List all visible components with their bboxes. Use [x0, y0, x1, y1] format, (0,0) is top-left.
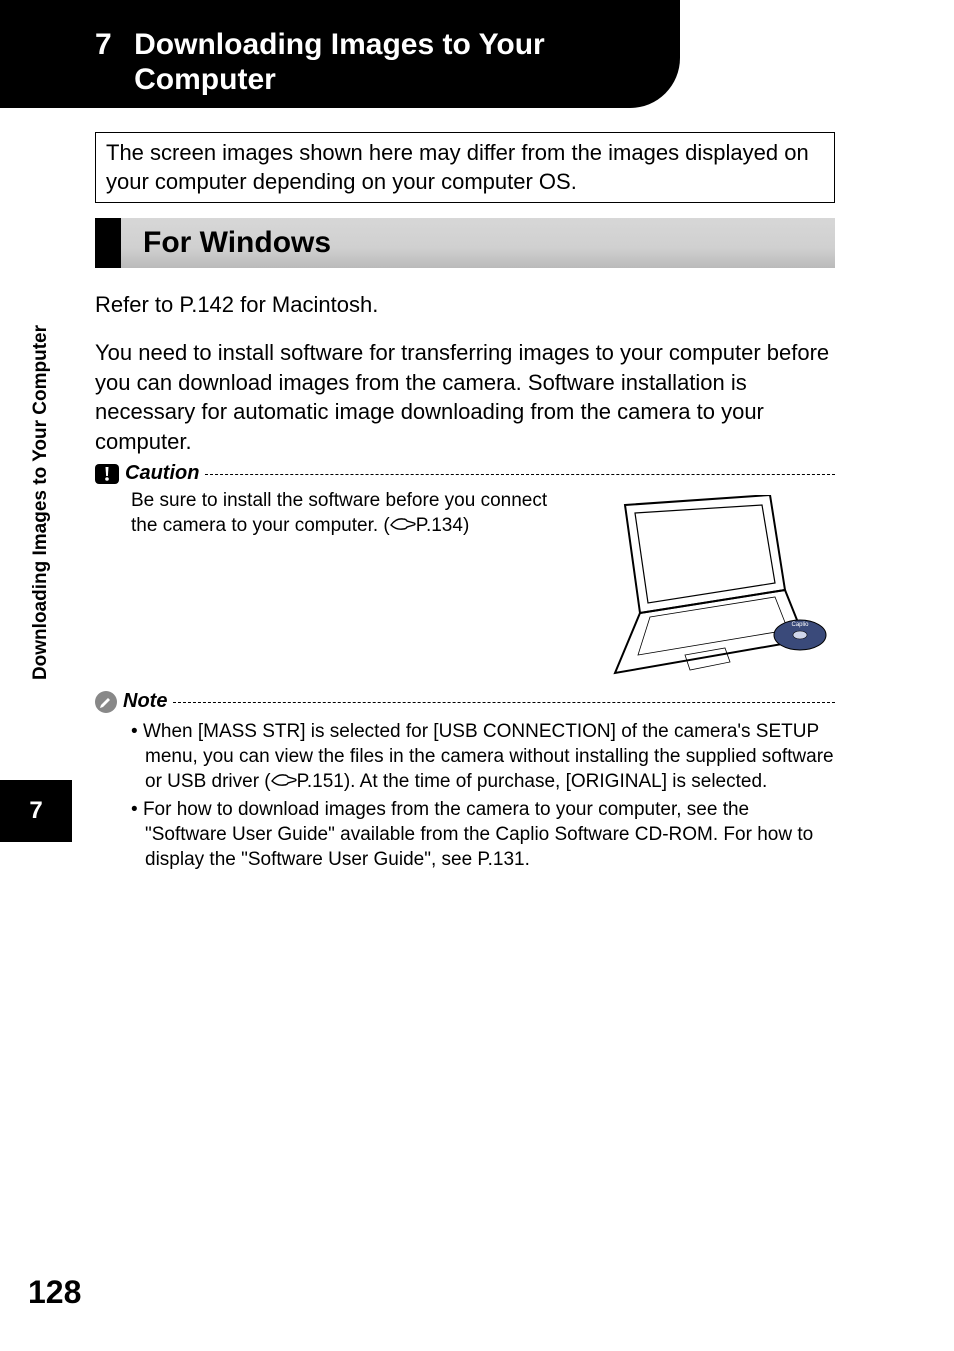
note-item-ref: P.151). At the time of purchase, [ORIGIN…: [297, 771, 768, 792]
note-label: Note: [123, 690, 167, 713]
caution-label: Caution: [125, 462, 199, 485]
hand-reference-icon: [271, 773, 297, 789]
note-list: When [MASS STR] is selected for [USB CON…: [131, 719, 835, 872]
svg-text:Caplio: Caplio: [791, 622, 809, 628]
caution-text: Be sure to install the software before y…: [131, 490, 547, 536]
caution-body: Be sure to install the software before y…: [131, 489, 551, 538]
side-tab-number: 7: [0, 780, 72, 842]
exclamation-icon: [95, 464, 119, 484]
page-number: 128: [28, 1274, 81, 1311]
hand-reference-icon: [390, 517, 416, 533]
caution-dashes: [205, 474, 835, 475]
section-heading: For Windows: [95, 218, 835, 268]
caution-label-row: Caution: [95, 462, 835, 485]
notice-box: The screen images shown here may differ …: [95, 132, 835, 203]
notice-text: The screen images shown here may differ …: [106, 140, 809, 194]
chapter-number: 7: [95, 28, 112, 62]
note-block: Note When [MASS STR] is selected for [US…: [95, 690, 835, 875]
intro-paragraph: You need to install software for transfe…: [95, 338, 835, 457]
section-heading-text: For Windows: [143, 226, 331, 259]
note-item: For how to download images from the came…: [131, 797, 835, 872]
pencil-note-icon: [95, 691, 117, 713]
side-tab: Downloading Images to Your Computer 7: [0, 325, 72, 680]
chapter-header: 7 Downloading Images to Your Computer: [0, 0, 680, 108]
caution-ref: P.134): [416, 515, 470, 536]
refer-paragraph: Refer to P.142 for Macintosh.: [95, 290, 835, 320]
laptop-cd-illustration: Caplio: [570, 495, 830, 675]
side-tab-text: Downloading Images to Your Computer: [30, 325, 52, 680]
chapter-title: Downloading Images to Your Computer: [134, 28, 634, 97]
note-label-row: Note: [95, 690, 835, 713]
note-item-text: For how to download images from the came…: [143, 799, 813, 870]
note-dashes: [173, 702, 835, 703]
note-item: When [MASS STR] is selected for [USB CON…: [131, 719, 835, 794]
